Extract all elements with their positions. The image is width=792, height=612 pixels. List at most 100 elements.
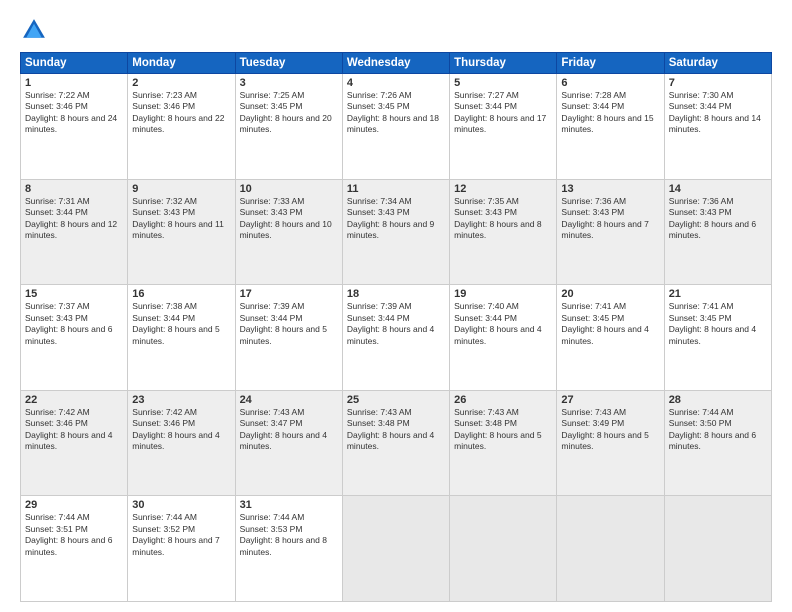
day-number: 12 bbox=[454, 183, 552, 195]
table-row: 12Sunrise: 7:35 AMSunset: 3:43 PMDayligh… bbox=[450, 179, 557, 285]
table-row: 8Sunrise: 7:31 AMSunset: 3:44 PMDaylight… bbox=[21, 179, 128, 285]
day-info: Sunrise: 7:36 AMSunset: 3:43 PMDaylight:… bbox=[561, 196, 659, 242]
day-info: Sunrise: 7:41 AMSunset: 3:45 PMDaylight:… bbox=[561, 301, 659, 347]
table-row: 15Sunrise: 7:37 AMSunset: 3:43 PMDayligh… bbox=[21, 285, 128, 391]
day-info: Sunrise: 7:38 AMSunset: 3:44 PMDaylight:… bbox=[132, 301, 230, 347]
day-info: Sunrise: 7:22 AMSunset: 3:46 PMDaylight:… bbox=[25, 90, 123, 136]
table-row bbox=[342, 496, 449, 602]
day-info: Sunrise: 7:33 AMSunset: 3:43 PMDaylight:… bbox=[240, 196, 338, 242]
table-row: 19Sunrise: 7:40 AMSunset: 3:44 PMDayligh… bbox=[450, 285, 557, 391]
calendar-week-row: 8Sunrise: 7:31 AMSunset: 3:44 PMDaylight… bbox=[21, 179, 772, 285]
day-number: 19 bbox=[454, 288, 552, 300]
table-row: 11Sunrise: 7:34 AMSunset: 3:43 PMDayligh… bbox=[342, 179, 449, 285]
day-number: 16 bbox=[132, 288, 230, 300]
table-row: 30Sunrise: 7:44 AMSunset: 3:52 PMDayligh… bbox=[128, 496, 235, 602]
col-saturday: Saturday bbox=[664, 53, 771, 74]
table-row: 5Sunrise: 7:27 AMSunset: 3:44 PMDaylight… bbox=[450, 74, 557, 180]
table-row: 26Sunrise: 7:43 AMSunset: 3:48 PMDayligh… bbox=[450, 390, 557, 496]
table-row bbox=[450, 496, 557, 602]
day-info: Sunrise: 7:41 AMSunset: 3:45 PMDaylight:… bbox=[669, 301, 767, 347]
table-row: 25Sunrise: 7:43 AMSunset: 3:48 PMDayligh… bbox=[342, 390, 449, 496]
day-info: Sunrise: 7:37 AMSunset: 3:43 PMDaylight:… bbox=[25, 301, 123, 347]
day-number: 4 bbox=[347, 77, 445, 89]
calendar-table: Sunday Monday Tuesday Wednesday Thursday… bbox=[20, 52, 772, 602]
table-row: 9Sunrise: 7:32 AMSunset: 3:43 PMDaylight… bbox=[128, 179, 235, 285]
day-info: Sunrise: 7:35 AMSunset: 3:43 PMDaylight:… bbox=[454, 196, 552, 242]
col-thursday: Thursday bbox=[450, 53, 557, 74]
day-number: 10 bbox=[240, 183, 338, 195]
day-info: Sunrise: 7:25 AMSunset: 3:45 PMDaylight:… bbox=[240, 90, 338, 136]
table-row: 3Sunrise: 7:25 AMSunset: 3:45 PMDaylight… bbox=[235, 74, 342, 180]
day-info: Sunrise: 7:36 AMSunset: 3:43 PMDaylight:… bbox=[669, 196, 767, 242]
day-info: Sunrise: 7:40 AMSunset: 3:44 PMDaylight:… bbox=[454, 301, 552, 347]
table-row: 10Sunrise: 7:33 AMSunset: 3:43 PMDayligh… bbox=[235, 179, 342, 285]
day-info: Sunrise: 7:27 AMSunset: 3:44 PMDaylight:… bbox=[454, 90, 552, 136]
day-number: 1 bbox=[25, 77, 123, 89]
day-info: Sunrise: 7:32 AMSunset: 3:43 PMDaylight:… bbox=[132, 196, 230, 242]
day-number: 5 bbox=[454, 77, 552, 89]
day-number: 28 bbox=[669, 394, 767, 406]
table-row: 22Sunrise: 7:42 AMSunset: 3:46 PMDayligh… bbox=[21, 390, 128, 496]
day-number: 26 bbox=[454, 394, 552, 406]
table-row: 1Sunrise: 7:22 AMSunset: 3:46 PMDaylight… bbox=[21, 74, 128, 180]
day-number: 30 bbox=[132, 499, 230, 511]
table-row: 23Sunrise: 7:42 AMSunset: 3:46 PMDayligh… bbox=[128, 390, 235, 496]
day-number: 3 bbox=[240, 77, 338, 89]
table-row: 28Sunrise: 7:44 AMSunset: 3:50 PMDayligh… bbox=[664, 390, 771, 496]
table-row: 31Sunrise: 7:44 AMSunset: 3:53 PMDayligh… bbox=[235, 496, 342, 602]
day-number: 27 bbox=[561, 394, 659, 406]
table-row: 29Sunrise: 7:44 AMSunset: 3:51 PMDayligh… bbox=[21, 496, 128, 602]
day-info: Sunrise: 7:42 AMSunset: 3:46 PMDaylight:… bbox=[25, 407, 123, 453]
day-number: 6 bbox=[561, 77, 659, 89]
table-row bbox=[664, 496, 771, 602]
table-row: 21Sunrise: 7:41 AMSunset: 3:45 PMDayligh… bbox=[664, 285, 771, 391]
table-row: 20Sunrise: 7:41 AMSunset: 3:45 PMDayligh… bbox=[557, 285, 664, 391]
table-row: 2Sunrise: 7:23 AMSunset: 3:46 PMDaylight… bbox=[128, 74, 235, 180]
day-number: 8 bbox=[25, 183, 123, 195]
day-info: Sunrise: 7:23 AMSunset: 3:46 PMDaylight:… bbox=[132, 90, 230, 136]
day-info: Sunrise: 7:39 AMSunset: 3:44 PMDaylight:… bbox=[240, 301, 338, 347]
day-number: 17 bbox=[240, 288, 338, 300]
day-number: 29 bbox=[25, 499, 123, 511]
table-row: 14Sunrise: 7:36 AMSunset: 3:43 PMDayligh… bbox=[664, 179, 771, 285]
day-info: Sunrise: 7:43 AMSunset: 3:48 PMDaylight:… bbox=[347, 407, 445, 453]
col-friday: Friday bbox=[557, 53, 664, 74]
day-info: Sunrise: 7:28 AMSunset: 3:44 PMDaylight:… bbox=[561, 90, 659, 136]
calendar-week-row: 1Sunrise: 7:22 AMSunset: 3:46 PMDaylight… bbox=[21, 74, 772, 180]
day-number: 7 bbox=[669, 77, 767, 89]
col-wednesday: Wednesday bbox=[342, 53, 449, 74]
day-number: 11 bbox=[347, 183, 445, 195]
table-row bbox=[557, 496, 664, 602]
day-number: 13 bbox=[561, 183, 659, 195]
day-number: 24 bbox=[240, 394, 338, 406]
day-number: 23 bbox=[132, 394, 230, 406]
col-sunday: Sunday bbox=[21, 53, 128, 74]
day-info: Sunrise: 7:44 AMSunset: 3:52 PMDaylight:… bbox=[132, 512, 230, 558]
table-row: 6Sunrise: 7:28 AMSunset: 3:44 PMDaylight… bbox=[557, 74, 664, 180]
day-number: 31 bbox=[240, 499, 338, 511]
calendar-header-row: Sunday Monday Tuesday Wednesday Thursday… bbox=[21, 53, 772, 74]
day-info: Sunrise: 7:30 AMSunset: 3:44 PMDaylight:… bbox=[669, 90, 767, 136]
day-info: Sunrise: 7:44 AMSunset: 3:51 PMDaylight:… bbox=[25, 512, 123, 558]
day-info: Sunrise: 7:31 AMSunset: 3:44 PMDaylight:… bbox=[25, 196, 123, 242]
col-tuesday: Tuesday bbox=[235, 53, 342, 74]
day-number: 2 bbox=[132, 77, 230, 89]
day-number: 14 bbox=[669, 183, 767, 195]
day-info: Sunrise: 7:34 AMSunset: 3:43 PMDaylight:… bbox=[347, 196, 445, 242]
day-number: 25 bbox=[347, 394, 445, 406]
day-number: 9 bbox=[132, 183, 230, 195]
header bbox=[20, 16, 772, 44]
day-number: 15 bbox=[25, 288, 123, 300]
day-number: 18 bbox=[347, 288, 445, 300]
table-row: 18Sunrise: 7:39 AMSunset: 3:44 PMDayligh… bbox=[342, 285, 449, 391]
day-info: Sunrise: 7:42 AMSunset: 3:46 PMDaylight:… bbox=[132, 407, 230, 453]
day-info: Sunrise: 7:43 AMSunset: 3:48 PMDaylight:… bbox=[454, 407, 552, 453]
day-info: Sunrise: 7:26 AMSunset: 3:45 PMDaylight:… bbox=[347, 90, 445, 136]
table-row: 27Sunrise: 7:43 AMSunset: 3:49 PMDayligh… bbox=[557, 390, 664, 496]
logo bbox=[20, 16, 52, 44]
day-number: 22 bbox=[25, 394, 123, 406]
day-info: Sunrise: 7:43 AMSunset: 3:49 PMDaylight:… bbox=[561, 407, 659, 453]
table-row: 24Sunrise: 7:43 AMSunset: 3:47 PMDayligh… bbox=[235, 390, 342, 496]
calendar-week-row: 22Sunrise: 7:42 AMSunset: 3:46 PMDayligh… bbox=[21, 390, 772, 496]
table-row: 4Sunrise: 7:26 AMSunset: 3:45 PMDaylight… bbox=[342, 74, 449, 180]
